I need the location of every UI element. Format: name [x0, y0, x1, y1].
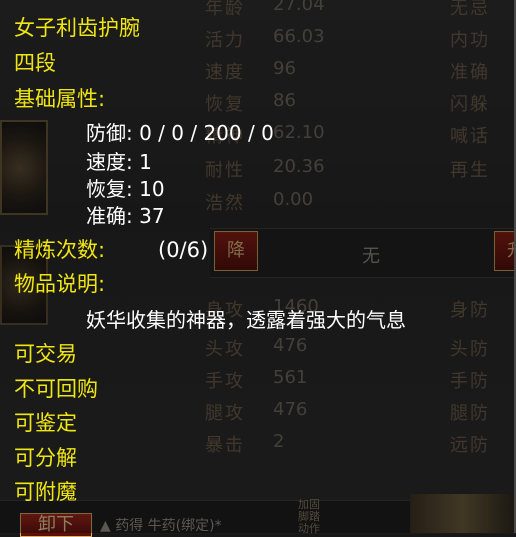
attribute-accuracy: 准确: 37 — [86, 204, 165, 228]
attribute-speed: 速度: 1 — [86, 150, 152, 174]
section-description: 物品说明: — [14, 272, 106, 296]
flag-tradable: 可交易 — [14, 342, 77, 366]
section-base-attributes: 基础属性: — [14, 87, 106, 111]
flag-decomposable: 可分解 — [14, 446, 77, 470]
flag-identifiable: 可鉴定 — [14, 411, 77, 435]
item-description: 妖华收集的神器，透露着强大的气息 — [86, 308, 406, 332]
attribute-recovery: 恢复: 10 — [86, 177, 165, 201]
refine-label: 精炼次数: — [14, 238, 106, 262]
item-tooltip: 女子利齿护腕 四段 基础属性: 防御: 0 / 0 / 200 / 0 速度: … — [0, 0, 516, 533]
item-grade: 四段 — [14, 51, 56, 75]
refine-count: (0/6) — [158, 238, 209, 262]
flag-enchantable: 可附魔 — [14, 480, 77, 504]
flag-non-buyback: 不可回购 — [14, 377, 98, 401]
attribute-defense: 防御: 0 / 0 / 200 / 0 — [86, 121, 274, 145]
item-name: 女子利齿护腕 — [14, 16, 140, 40]
